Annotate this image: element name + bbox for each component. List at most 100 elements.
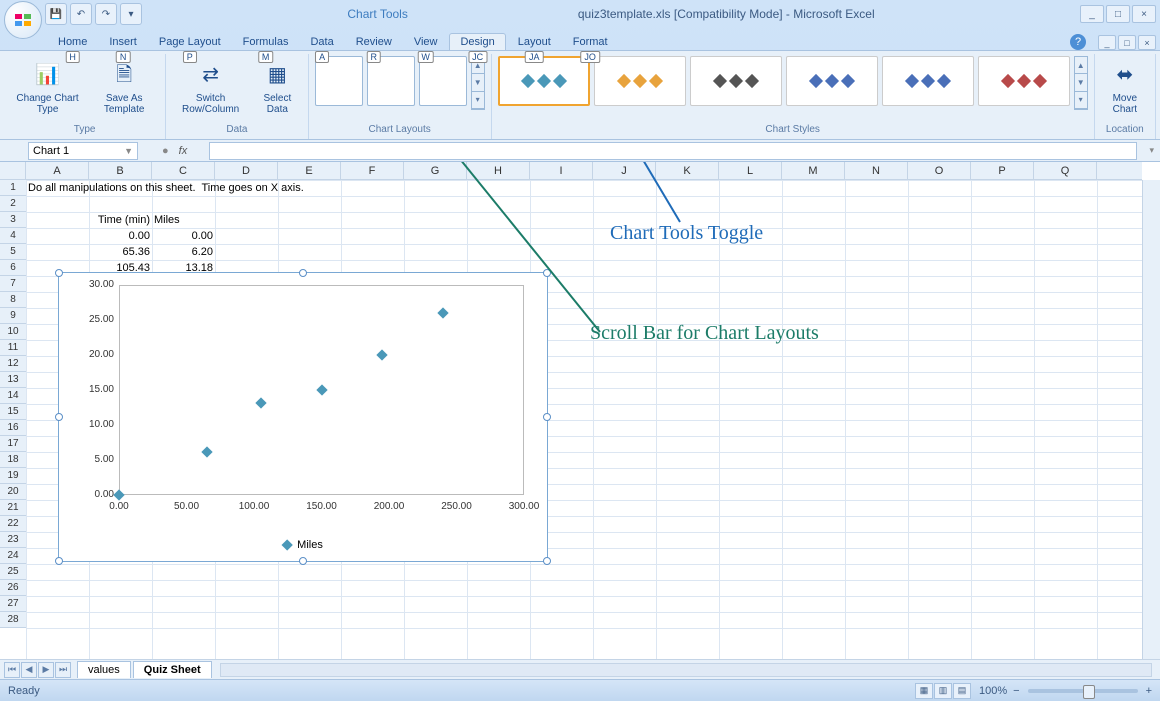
tab-view[interactable]: ViewW — [404, 34, 448, 50]
select-all-corner[interactable] — [0, 162, 26, 180]
row-header[interactable]: 15 — [0, 404, 26, 420]
row-header[interactable]: 25 — [0, 564, 26, 580]
column-header[interactable]: Q — [1034, 162, 1097, 179]
horizontal-scrollbar[interactable] — [220, 663, 1152, 677]
column-header[interactable]: O — [908, 162, 971, 179]
column-header[interactable]: G — [404, 162, 467, 179]
minimize-button[interactable]: _ — [1080, 5, 1104, 23]
chart-layout-thumb[interactable] — [419, 56, 467, 106]
name-box[interactable]: Chart 1▼ — [28, 142, 138, 160]
column-header[interactable]: K — [656, 162, 719, 179]
row-header[interactable]: 20 — [0, 484, 26, 500]
column-header[interactable]: B — [89, 162, 152, 179]
row-header[interactable]: 14 — [0, 388, 26, 404]
workbook-close[interactable]: × — [1138, 35, 1156, 50]
zoom-in-button[interactable]: + — [1146, 685, 1152, 697]
sheet-nav-last[interactable]: ⏭ — [55, 662, 71, 678]
row-header[interactable]: 17 — [0, 436, 26, 452]
maximize-button[interactable]: □ — [1106, 5, 1130, 23]
row-header[interactable]: 27 — [0, 596, 26, 612]
workbook-minimize[interactable]: _ — [1098, 35, 1116, 50]
zoom-slider[interactable] — [1028, 689, 1138, 693]
switch-row-column-button[interactable]: ⇄Switch Row/Column — [172, 56, 249, 118]
row-header[interactable]: 12 — [0, 356, 26, 372]
sheet-nav-prev[interactable]: ◀ — [21, 662, 37, 678]
row-header[interactable]: 19 — [0, 468, 26, 484]
sheet-nav-first[interactable]: ⏮ — [4, 662, 20, 678]
row-header[interactable]: 24 — [0, 548, 26, 564]
chart-styles-scroll[interactable]: ▲▼▾ — [1074, 56, 1088, 110]
view-page-layout-icon[interactable]: ▥ — [934, 683, 952, 699]
tab-format[interactable]: FormatJO — [563, 34, 618, 50]
row-header[interactable]: 9 — [0, 308, 26, 324]
column-header[interactable]: J — [593, 162, 656, 179]
row-header[interactable]: 4 — [0, 228, 26, 244]
view-page-break-icon[interactable]: ▤ — [953, 683, 971, 699]
column-header[interactable]: C — [152, 162, 215, 179]
cell[interactable]: Miles — [152, 212, 215, 228]
column-header[interactable]: I — [530, 162, 593, 179]
tab-data[interactable]: DataA — [300, 34, 343, 50]
row-header[interactable]: 6 — [0, 260, 26, 276]
row-header[interactable]: 8 — [0, 292, 26, 308]
row-header[interactable]: 10 — [0, 324, 26, 340]
cell[interactable]: 0.00 — [89, 228, 152, 244]
save-as-template-button[interactable]: 🗎Save As Template — [89, 56, 159, 118]
vertical-scrollbar[interactable] — [1142, 180, 1160, 659]
row-header[interactable]: 23 — [0, 532, 26, 548]
zoom-out-button[interactable]: − — [1013, 685, 1019, 697]
column-header[interactable]: P — [971, 162, 1034, 179]
tab-design[interactable]: DesignJC — [449, 33, 505, 50]
zoom-level[interactable]: 100% — [979, 685, 1007, 697]
column-header[interactable]: D — [215, 162, 278, 179]
column-header[interactable]: L — [719, 162, 782, 179]
row-header[interactable]: 11 — [0, 340, 26, 356]
column-header[interactable]: H — [467, 162, 530, 179]
column-header[interactable]: N — [845, 162, 908, 179]
help-icon[interactable]: ? — [1070, 34, 1086, 50]
chart-style-thumb[interactable] — [594, 56, 686, 106]
qat-redo-icon[interactable]: ↷ — [95, 3, 117, 25]
chart-style-thumb[interactable] — [882, 56, 974, 106]
cell[interactable]: Do all manipulations on this sheet. Time… — [26, 180, 426, 196]
move-chart-button[interactable]: ⬌Move Chart — [1101, 56, 1149, 118]
chart-style-thumb[interactable] — [978, 56, 1070, 106]
row-header[interactable]: 28 — [0, 612, 26, 628]
row-header[interactable]: 2 — [0, 196, 26, 212]
tab-page-layout[interactable]: Page LayoutP — [149, 34, 231, 50]
row-header[interactable]: 18 — [0, 452, 26, 468]
sheet-tab-values[interactable]: values — [77, 661, 131, 678]
tab-formulas[interactable]: FormulasM — [233, 34, 299, 50]
cell[interactable]: 6.20 — [152, 244, 215, 260]
column-header[interactable]: F — [341, 162, 404, 179]
row-header[interactable]: 3 — [0, 212, 26, 228]
fx-icon[interactable]: fx — [179, 145, 188, 157]
tab-home[interactable]: HomeH — [48, 34, 97, 50]
cell[interactable]: Time (min) — [89, 212, 152, 228]
column-header[interactable]: M — [782, 162, 845, 179]
workbook-restore[interactable]: □ — [1118, 35, 1136, 50]
chart-style-thumb[interactable] — [786, 56, 878, 106]
chart-style-thumb[interactable] — [690, 56, 782, 106]
sheet-nav-next[interactable]: ▶ — [38, 662, 54, 678]
cell[interactable]: 0.00 — [152, 228, 215, 244]
view-normal-icon[interactable]: ▦ — [915, 683, 933, 699]
row-header[interactable]: 16 — [0, 420, 26, 436]
chart-layout-thumb[interactable] — [315, 56, 363, 106]
chart-layouts-scroll[interactable]: ▲▼▾ — [471, 56, 485, 110]
embedded-chart[interactable]: 0.005.0010.0015.0020.0025.0030.00 0.0050… — [58, 272, 548, 562]
row-header[interactable]: 22 — [0, 516, 26, 532]
row-header[interactable]: 13 — [0, 372, 26, 388]
sheet-tab-quiz-sheet[interactable]: Quiz Sheet — [133, 661, 212, 678]
worksheet-grid[interactable]: ABCDEFGHIJKLMNOPQ 1234567891011121314151… — [0, 162, 1160, 659]
row-header[interactable]: 7 — [0, 276, 26, 292]
tab-layout[interactable]: LayoutJA — [508, 34, 561, 50]
row-header[interactable]: 1 — [0, 180, 26, 196]
chart-layout-thumb[interactable] — [367, 56, 415, 106]
tab-insert[interactable]: InsertN — [99, 34, 147, 50]
row-header[interactable]: 5 — [0, 244, 26, 260]
row-header[interactable]: 26 — [0, 580, 26, 596]
close-button[interactable]: × — [1132, 5, 1156, 23]
qat-undo-icon[interactable]: ↶ — [70, 3, 92, 25]
tab-review[interactable]: ReviewR — [346, 34, 402, 50]
